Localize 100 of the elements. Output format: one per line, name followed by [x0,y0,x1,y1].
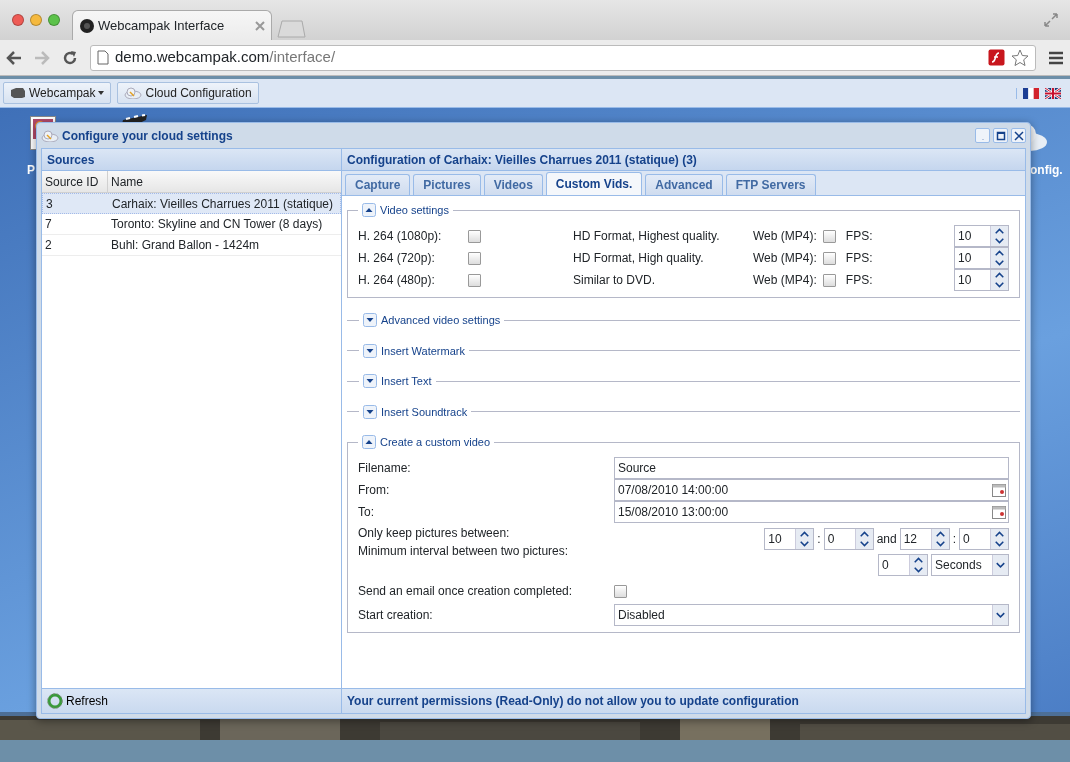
globe-icon [79,17,95,34]
format-description: HD Format, Highest quality. [573,228,721,245]
checkbox[interactable] [822,273,836,287]
number-field[interactable]: 12 [899,528,950,550]
desktop-icon-label[interactable]: P [27,161,35,179]
spinner-arrows-icon[interactable] [854,529,873,549]
field-label: To: [358,504,375,521]
table-row[interactable]: 7 Toronto: Skyline and CN Tower (8 days) [42,214,341,235]
dropdown[interactable]: Seconds [931,554,1009,576]
calendar-icon[interactable] [991,504,1007,520]
format-label: H. 264 (1080p): [358,228,443,245]
format-description: HD Format, High quality. [573,250,705,267]
expand-icon[interactable] [363,404,377,419]
field-label: From: [358,482,391,499]
number-field[interactable]: 10 [764,528,815,550]
back-icon[interactable] [6,50,22,65]
number-field[interactable]: 0 [823,528,874,550]
field-label: Only keep pictures between: [358,525,511,542]
caret-icon [992,555,1008,575]
number-field[interactable]: 10 [954,269,1009,291]
text-field[interactable]: Source [614,457,1009,479]
column-header[interactable]: Name [108,172,146,191]
tab[interactable]: FTP Servers [725,174,816,195]
status-message: Your current permissions (Read-Only) do not allow you to update configuration [347,693,799,710]
table-row[interactable]: 3 Carhaix: Vieilles Charrues 2011 (statique) [42,193,341,214]
cloud-icon [41,129,59,142]
section-title[interactable]: Advanced video settings [381,312,501,329]
dropdown[interactable]: Disabled [614,604,1009,626]
number-field[interactable]: 10 [954,247,1009,269]
field-label: Send an email once creation completed: [358,583,574,600]
number-field[interactable]: 0 [878,554,928,576]
spinner-arrows-icon[interactable] [990,270,1008,290]
collapse-icon[interactable] [362,203,376,218]
date-field[interactable]: 15/08/2010 13:00:00 [614,501,1009,523]
expand-icon[interactable] [363,343,377,358]
web-label: Web (MP4): [753,228,817,245]
expand-icon[interactable] [363,313,377,328]
close-icon[interactable] [255,20,265,31]
maximize-button[interactable] [993,128,1008,143]
range-joiner: and [876,531,897,548]
french-flag-icon[interactable] [1023,87,1039,99]
refresh-button[interactable]: Refresh [47,692,109,710]
fps-label: FPS: [845,272,874,289]
table-row[interactable]: 2 Buhl: Grand Ballon - 1424m [42,235,341,256]
table-cell-text: 7 [44,216,53,233]
column-header[interactable]: Source ID [42,171,108,192]
tab[interactable]: Pictures [413,174,481,195]
field-label: Filename: [358,460,412,477]
checkbox[interactable] [822,251,836,265]
spinner-arrows-icon[interactable] [990,226,1008,246]
table-cell-text: Carhaix: Vieilles Charrues 2011 (statique) [111,195,334,213]
tab-title: Webcampak Interface [98,16,226,35]
fps-label: FPS: [845,250,874,267]
section-title[interactable]: Insert Text [381,373,432,390]
spinner-arrows-icon[interactable] [795,529,814,549]
checkbox[interactable] [468,229,481,243]
table-cell-text: 2 [44,237,53,254]
tab[interactable]: Custom Vids. [545,172,643,195]
cloud-configuration-button[interactable]: Cloud Configuration [117,82,259,104]
tab[interactable]: Videos [483,174,543,195]
calendar-icon[interactable] [991,482,1007,498]
table-cell-text: Buhl: Grand Ballon - 1424m [110,237,261,254]
close-window-button[interactable] [12,14,24,26]
fullscreen-icon[interactable] [1044,13,1058,27]
date-field[interactable]: 07/08/2010 14:00:00 [614,479,1009,501]
refresh-icon [47,693,63,709]
spinner-arrows-icon[interactable] [930,529,949,549]
webcampak-menu[interactable]: Webcampak [3,82,112,104]
star-icon[interactable] [1011,48,1029,67]
table-cell-text: 3 [45,195,54,213]
tab[interactable]: Capture [345,174,411,195]
zoom-window-button[interactable] [48,14,60,26]
checkbox[interactable] [614,584,627,598]
collapse-icon[interactable] [362,435,376,450]
number-field[interactable]: 10 [954,225,1009,247]
menu-icon[interactable] [1048,50,1064,65]
checkbox[interactable] [468,273,481,287]
expand-icon[interactable] [363,374,377,389]
section-title[interactable]: Insert Soundtrack [381,403,468,420]
checkbox[interactable] [822,229,836,243]
dialog-title: Configure your cloud settings [62,127,234,145]
format-description: Similar to DVD. [573,272,656,289]
time-separator: : [817,531,821,548]
caret-icon [98,91,105,95]
spinner-arrows-icon[interactable] [909,555,927,575]
spinner-arrows-icon[interactable] [990,529,1008,549]
reload-icon[interactable] [62,49,78,66]
table-cell-text: Toronto: Skyline and CN Tower (8 days) [110,216,324,233]
tab[interactable]: Advanced [645,174,723,195]
close-button[interactable] [1011,128,1026,143]
section-title[interactable]: Insert Watermark [381,342,465,359]
checkbox[interactable] [468,251,481,265]
browser-tab[interactable]: Webcampak Interface [72,10,272,40]
close-icon [1013,130,1024,141]
number-field[interactable]: 0 [959,528,1009,550]
web-label: Web (MP4): [753,250,817,267]
spinner-arrows-icon[interactable] [990,248,1008,268]
flash-icon[interactable] [988,49,1005,66]
uk-flag-icon[interactable] [1045,87,1061,99]
caret-icon [992,605,1008,625]
